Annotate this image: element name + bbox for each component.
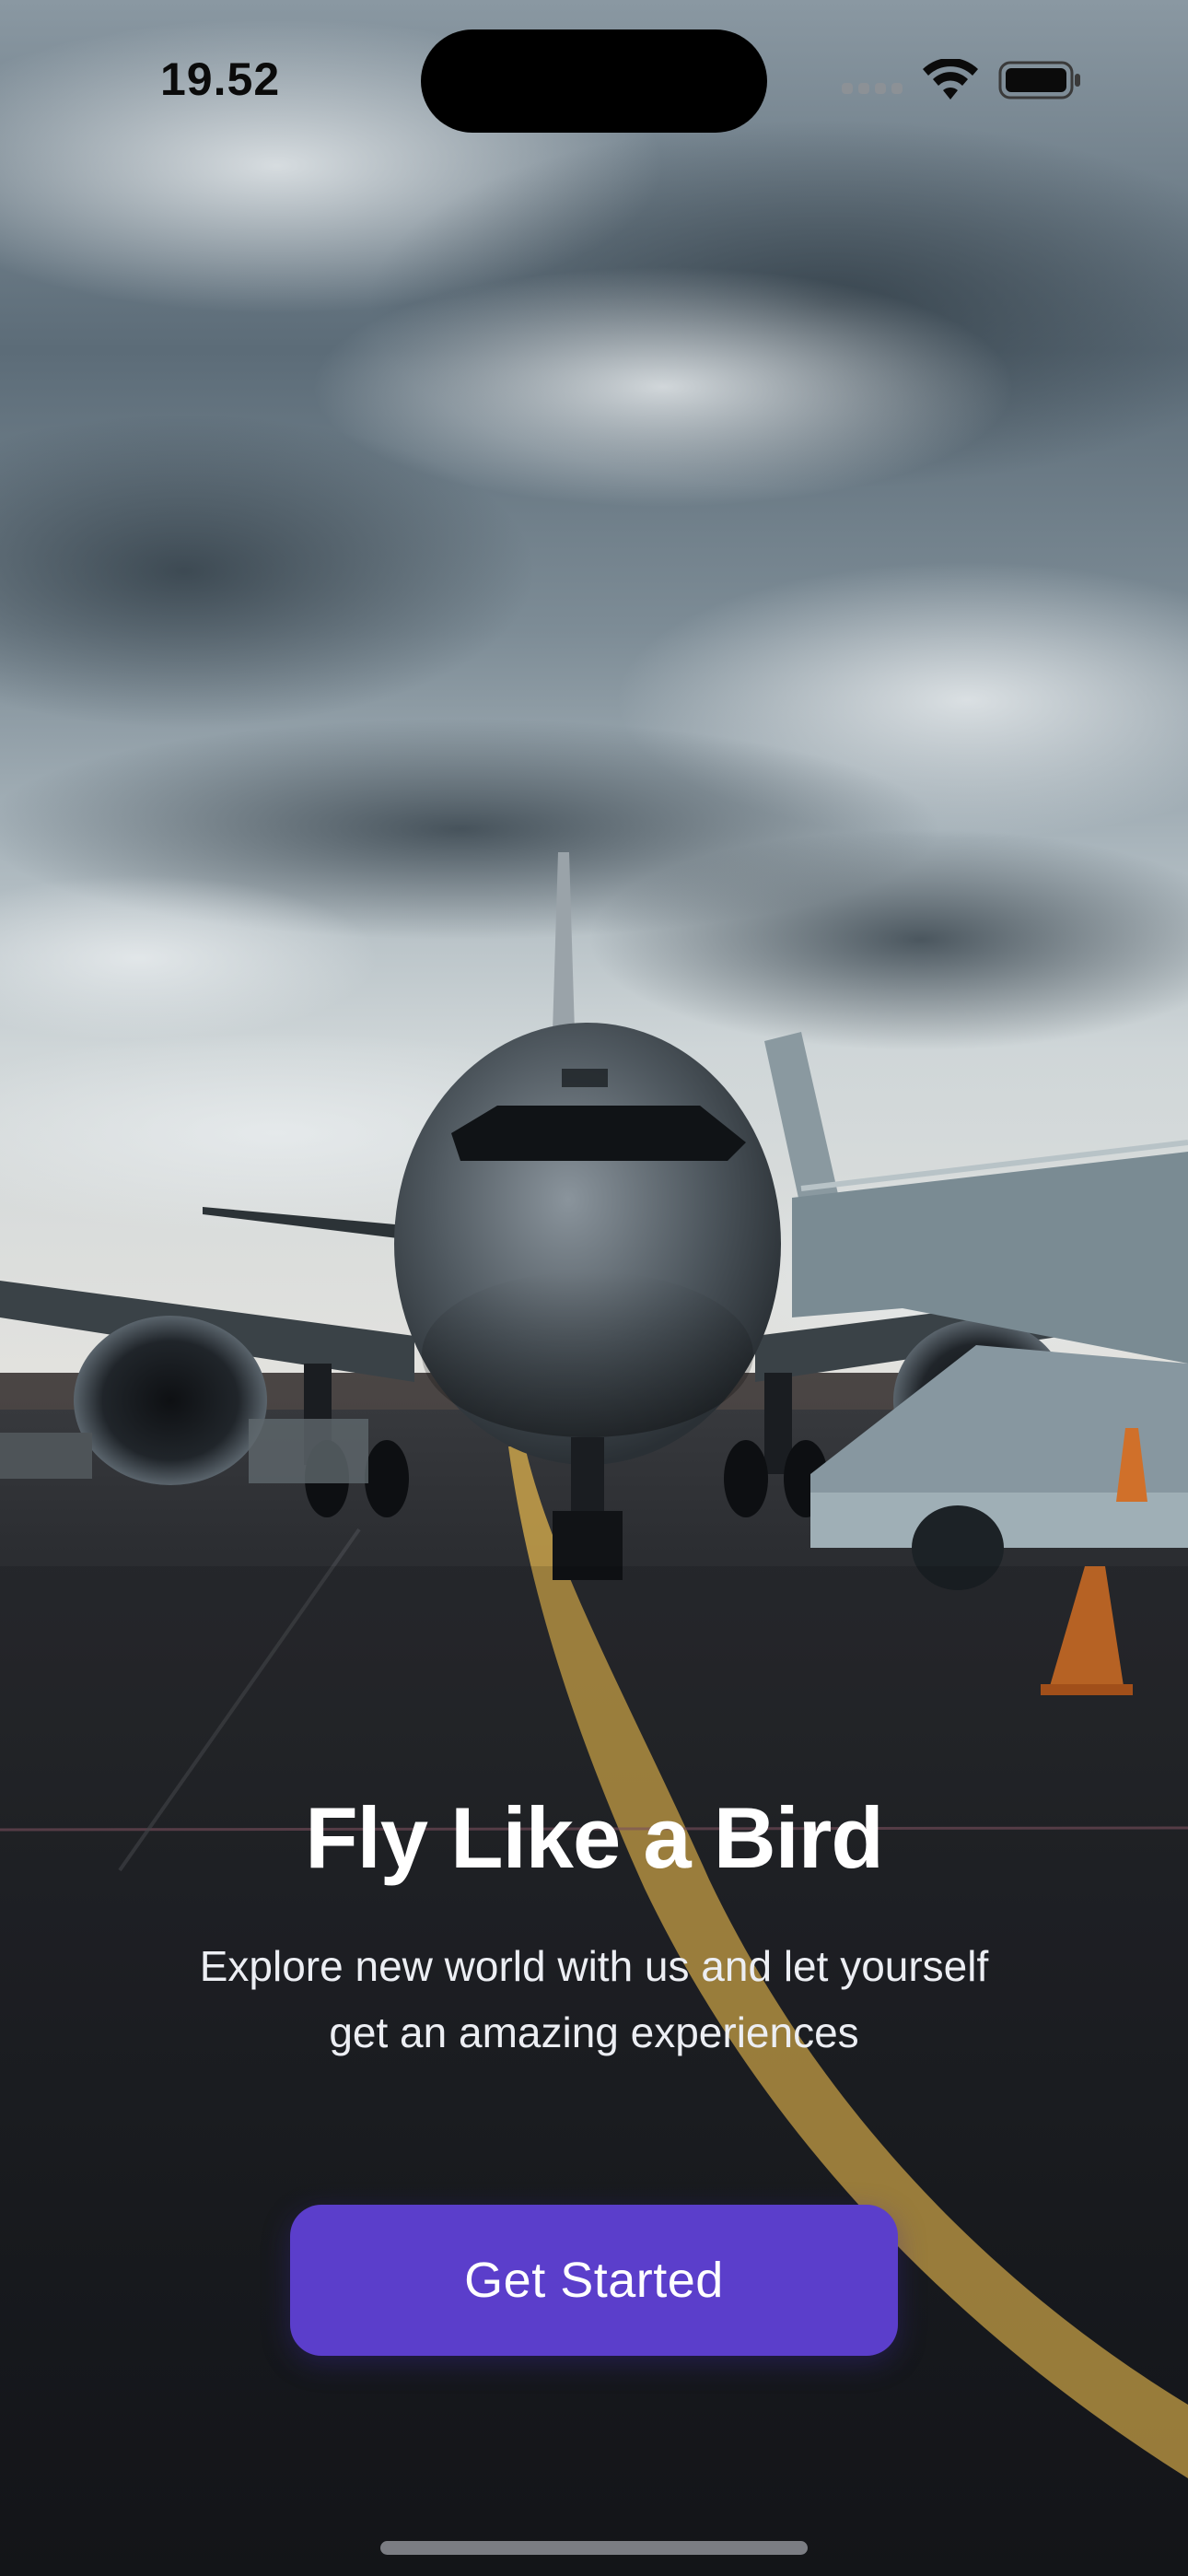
onboarding-subtitle: Explore new world with us and let yourse…	[199, 1942, 989, 2056]
dynamic-island	[421, 29, 767, 133]
airport-background-image	[0, 0, 1188, 2576]
status-bar-time: 19.52	[160, 53, 281, 105]
onboarding-title: Fly Like a Bird	[305, 1789, 884, 1886]
get-started-button[interactable]: Get Started	[290, 2205, 898, 2356]
cellular-signal-icon	[842, 83, 903, 94]
home-indicator[interactable]	[380, 2541, 808, 2555]
wifi-icon	[923, 59, 978, 100]
battery-icon	[998, 61, 1080, 100]
onboarding-screen: 19.52 Fly Like a Bird Explore new world …	[0, 0, 1188, 2576]
